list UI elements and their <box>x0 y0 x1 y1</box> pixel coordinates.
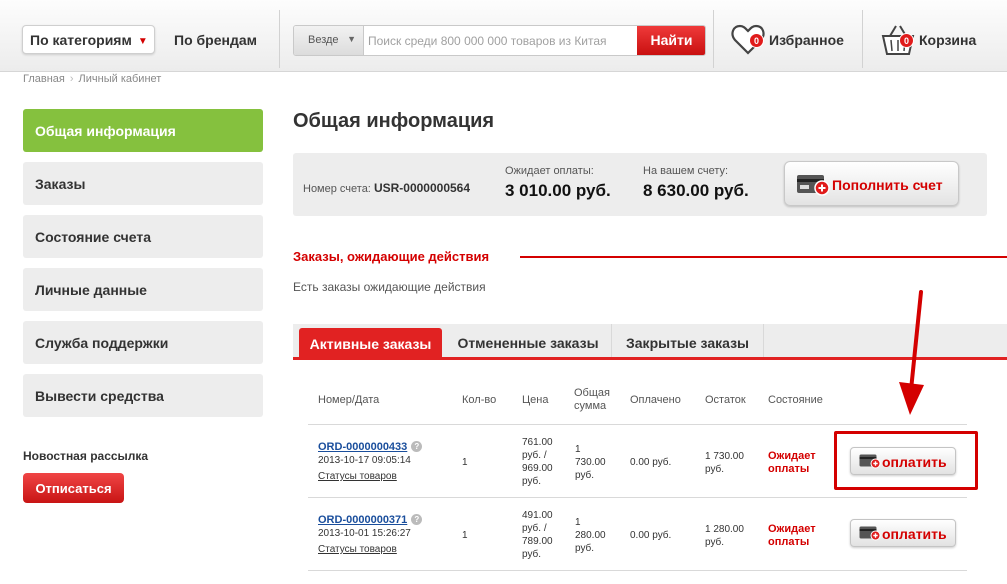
col-header-total: Общая сумма <box>574 387 610 412</box>
categories-label: По категориям <box>30 32 132 48</box>
search-scope-select[interactable]: Везде ▼ <box>294 26 364 55</box>
divider <box>862 10 863 68</box>
sidebar-item-orders[interactable]: Заказы <box>23 162 263 205</box>
table-divider <box>308 497 967 498</box>
col-header-number-date: Номер/Дата <box>318 394 380 406</box>
col-header-remaining: Остаток <box>705 394 746 406</box>
section-divider <box>520 256 1007 258</box>
categories-dropdown[interactable]: По категориям ▼ <box>22 25 155 54</box>
search-button[interactable]: Найти <box>637 26 705 55</box>
favorites-badge: 0 <box>749 33 764 48</box>
state-cell: Ожидает оплаты <box>768 523 816 548</box>
qty-cell: 1 <box>462 530 468 541</box>
state-cell: Ожидает оплаты <box>768 450 816 475</box>
section-title: Заказы, ожидающие действия <box>293 249 490 264</box>
search-bar: Везде ▼ Найти <box>293 25 706 56</box>
credit-card-icon <box>797 175 830 196</box>
question-icon[interactable]: ? <box>411 441 423 452</box>
price-cell: 491.00 руб. / 789.00 руб. <box>522 510 553 560</box>
unsubscribe-button[interactable]: Отписаться <box>23 473 124 503</box>
balance-label: На вашем счету: <box>643 165 729 177</box>
col-header-paid: Оплачено <box>630 394 681 406</box>
paid-cell: 0.00 руб. <box>630 457 672 468</box>
awaiting-payment-label: Ожидает оплаты: <box>505 165 594 177</box>
tab-active-orders[interactable]: Активные заказы <box>299 328 442 357</box>
order-cell: ORD-0000000433? 2013-10-17 09:05:14 Стат… <box>318 441 448 483</box>
col-header-qty: Кол-во <box>462 394 497 406</box>
order-link[interactable]: ORD-0000000371 <box>318 514 407 526</box>
table-divider <box>308 570 967 571</box>
sidebar-item-account-state[interactable]: Состояние счета <box>23 215 263 258</box>
cart-label: Корзина <box>919 32 977 48</box>
col-header-price: Цена <box>522 394 549 406</box>
remaining-cell: 1 280.00 руб. <box>705 524 744 548</box>
topup-label: Пополнить счет <box>832 177 943 193</box>
tab-closed-orders[interactable]: Закрытые заказы <box>612 324 764 357</box>
breadcrumb-cabinet: Личный кабинет <box>78 73 162 85</box>
highlight-annotation <box>834 431 978 490</box>
price-cell: 761.00 руб. / 969.00 руб. <box>522 437 553 487</box>
chevron-down-icon: ▼ <box>347 34 356 44</box>
item-statuses-link[interactable]: Статусы товаров <box>318 543 397 556</box>
sidebar-item-withdraw[interactable]: Вывести средства <box>23 374 263 417</box>
chevron-right-icon: › <box>69 73 74 85</box>
sidebar-item-personal-data[interactable]: Личные данные <box>23 268 263 311</box>
order-cell: ORD-0000000371? 2013-10-01 15:26:27 Стат… <box>318 514 448 556</box>
cart-badge: 0 <box>899 33 914 48</box>
question-icon[interactable]: ? <box>411 514 423 525</box>
breadcrumb-home[interactable]: Главная <box>23 73 65 85</box>
awaiting-payment-value: 3 010.00 руб. <box>505 181 611 200</box>
favorites-label: Избранное <box>769 32 844 48</box>
topup-button[interactable]: Пополнить счет <box>784 161 959 206</box>
order-link[interactable]: ORD-0000000433 <box>318 441 407 453</box>
account-number-value: USR-0000000564 <box>373 181 471 195</box>
arrow-down-icon <box>899 290 924 415</box>
pay-button[interactable]: оплатить <box>850 519 956 547</box>
table-divider <box>308 424 967 425</box>
breadcrumb: Главная › Личный кабинет <box>23 73 161 85</box>
paid-cell: 0.00 руб. <box>630 530 672 541</box>
account-summary-panel: Номер счета: USR-0000000564 Ожидает опла… <box>293 153 987 216</box>
qty-cell: 1 <box>462 457 468 468</box>
divider <box>713 10 714 68</box>
pay-label: оплатить <box>882 526 947 542</box>
item-statuses-link[interactable]: Статусы товаров <box>318 470 397 483</box>
newsletter-label: Новостная рассылка <box>23 449 149 463</box>
search-scope-label: Везде <box>308 34 339 46</box>
account-number-label: Номер счета: <box>303 183 371 195</box>
sidebar-item-general-info[interactable]: Общая информация <box>23 109 263 152</box>
tab-cancelled-orders[interactable]: Отмененные заказы <box>445 324 612 357</box>
account-number: Номер счета: USR-0000000564 <box>303 181 470 195</box>
order-date: 2013-10-01 15:26:27 <box>318 528 411 539</box>
credit-card-icon <box>859 526 881 541</box>
search-input[interactable] <box>366 26 634 55</box>
total-cell: 1 280.00 руб. <box>575 517 606 554</box>
total-cell: 1 730.00 руб. <box>575 444 606 481</box>
order-date: 2013-10-17 09:05:14 <box>318 455 411 466</box>
section-description: Есть заказы ожидающие действия <box>293 280 486 294</box>
dropdown-arrow-icon: ▼ <box>137 36 148 47</box>
balance-value: 8 630.00 руб. <box>643 181 749 200</box>
col-header-state: Состояние <box>768 394 823 406</box>
remaining-cell: 1 730.00 руб. <box>705 451 744 475</box>
page-title: Общая информация <box>293 110 495 132</box>
divider <box>279 10 280 68</box>
brands-link[interactable]: По брендам <box>174 32 257 48</box>
sidebar-item-support[interactable]: Служба поддержки <box>23 321 263 364</box>
site-header: По категориям▼ По брендам Везде ▼ Найти … <box>0 0 1007 72</box>
